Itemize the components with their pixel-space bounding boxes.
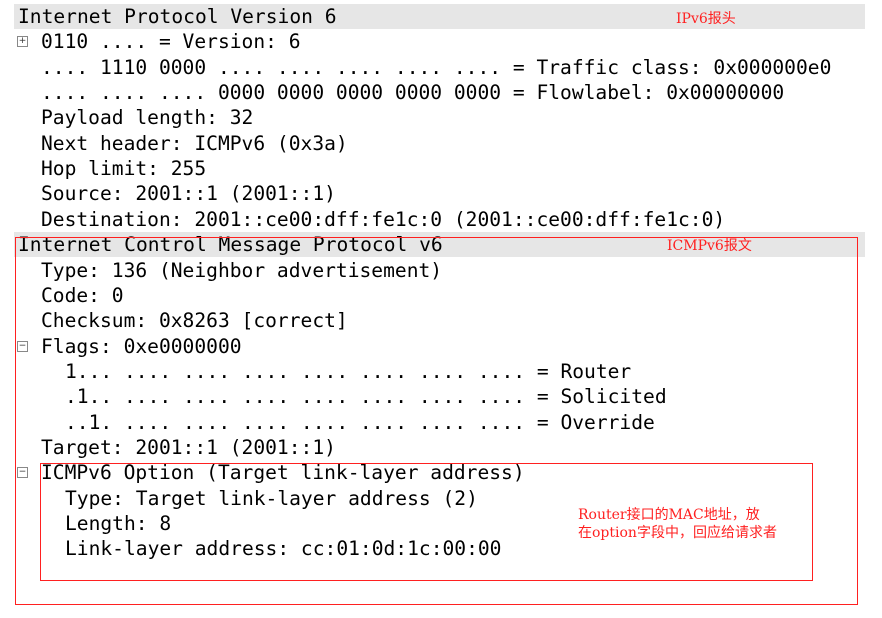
tree-section-header[interactable]: Internet Protocol Version 6 <box>14 4 865 29</box>
tree-row-label: Next header: ICMPv6 (0x3a) <box>41 131 348 155</box>
tree-row-label: Source: 2001::1 (2001::1) <box>41 182 336 206</box>
tree-row-label: Internet Protocol Version 6 <box>18 5 337 28</box>
tree-row-label: Hop limit: 255 <box>41 157 207 181</box>
tree-row-label: Payload length: 32 <box>41 106 254 130</box>
tree-row-label: 0110 .... = Version: 6 <box>41 30 301 54</box>
tree-row-label: Destination: 2001::ce00:dff:fe1c:0 (2001… <box>41 207 726 231</box>
expand-icon[interactable]: + <box>17 36 28 48</box>
annotation-ipv6-header: IPv6报头 <box>676 11 736 27</box>
tree-row-label: .... .... .... 0000 0000 0000 0000 0000 … <box>41 81 785 105</box>
tree-row-label: .... 1110 0000 .... .... .... .... .... … <box>41 55 832 79</box>
annotation-option-note: Router接口的MAC地址，放 在option字段中，回应给请求者 <box>578 507 777 541</box>
annotation-icmpv6-message: ICMPv6报文 <box>667 238 752 254</box>
